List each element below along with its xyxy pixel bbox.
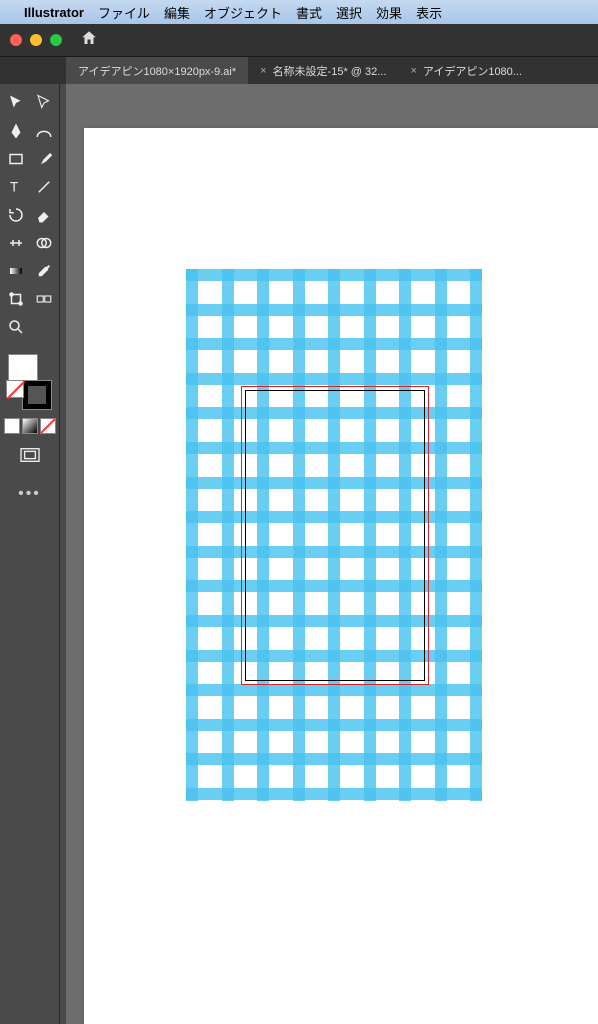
color-mode-row [4, 418, 56, 434]
tools-panel: T ••• [0, 84, 60, 1024]
app-name-menu[interactable]: Illustrator [24, 5, 84, 20]
rotate-tool[interactable] [3, 202, 29, 228]
pen-tool[interactable] [3, 118, 29, 144]
document-tab-label: アイデアピン1080×1920px-9.ai* [78, 63, 236, 79]
menu-object[interactable]: オブジェクト [204, 3, 282, 22]
curvature-tool[interactable] [31, 118, 57, 144]
edit-toolbar-icon[interactable]: ••• [18, 485, 41, 503]
paintbrush-tool[interactable] [31, 146, 57, 172]
menu-effect[interactable]: 効果 [376, 3, 402, 22]
document-tab-1[interactable]: アイデアピン1080×1920px-9.ai* [66, 57, 248, 84]
fill-stroke-swatches[interactable] [8, 354, 52, 410]
color-mode-gradient[interactable] [22, 418, 38, 434]
free-transform-tool[interactable] [3, 286, 29, 312]
menu-type[interactable]: 書式 [296, 3, 322, 22]
macos-menubar: Illustrator ファイル 編集 オブジェクト 書式 選択 効果 表示 [0, 0, 598, 24]
close-icon[interactable]: × [260, 65, 266, 77]
zoom-tool[interactable] [3, 314, 29, 340]
close-icon[interactable]: × [410, 65, 416, 77]
line-segment-tool[interactable] [31, 174, 57, 200]
menu-select[interactable]: 選択 [336, 3, 362, 22]
none-swatch-icon[interactable] [6, 380, 24, 398]
eyedropper-tool[interactable] [31, 258, 57, 284]
color-mode-none[interactable] [40, 418, 56, 434]
panel-edge [60, 84, 66, 1024]
menu-view[interactable]: 表示 [416, 3, 442, 22]
screen-mode-button[interactable] [19, 446, 41, 469]
stroke-color-swatch[interactable] [22, 380, 52, 410]
svg-text:T: T [10, 180, 18, 195]
selection-tool[interactable] [3, 90, 29, 116]
document-tab-label: アイデアピン1080... [423, 63, 522, 79]
width-tool[interactable] [3, 230, 29, 256]
selection-outline-inner [245, 390, 425, 681]
hand-tool[interactable] [31, 314, 57, 340]
home-icon[interactable] [80, 29, 98, 52]
rectangle-tool[interactable] [3, 146, 29, 172]
document-tab-2[interactable]: × 名称未設定-15* @ 32... [248, 57, 398, 84]
menu-edit[interactable]: 編集 [164, 3, 190, 22]
document-tab-label: 名称未設定-15* @ 32... [273, 63, 387, 79]
direct-selection-tool[interactable] [31, 90, 57, 116]
window-close-button[interactable] [10, 34, 22, 46]
eraser-tool[interactable] [31, 202, 57, 228]
menu-file[interactable]: ファイル [98, 3, 150, 22]
document-tab-3[interactable]: × アイデアピン1080... [398, 57, 534, 84]
window-zoom-button[interactable] [50, 34, 62, 46]
window-titlebar [0, 24, 598, 56]
type-tool[interactable]: T [3, 174, 29, 200]
shape-builder-tool[interactable] [31, 230, 57, 256]
window-minimize-button[interactable] [30, 34, 42, 46]
document-tabs: アイデアピン1080×1920px-9.ai* × 名称未設定-15* @ 32… [0, 56, 598, 84]
blend-tool[interactable] [31, 286, 57, 312]
gradient-tool[interactable] [3, 258, 29, 284]
color-mode-solid[interactable] [4, 418, 20, 434]
canvas-area[interactable] [60, 84, 598, 1024]
